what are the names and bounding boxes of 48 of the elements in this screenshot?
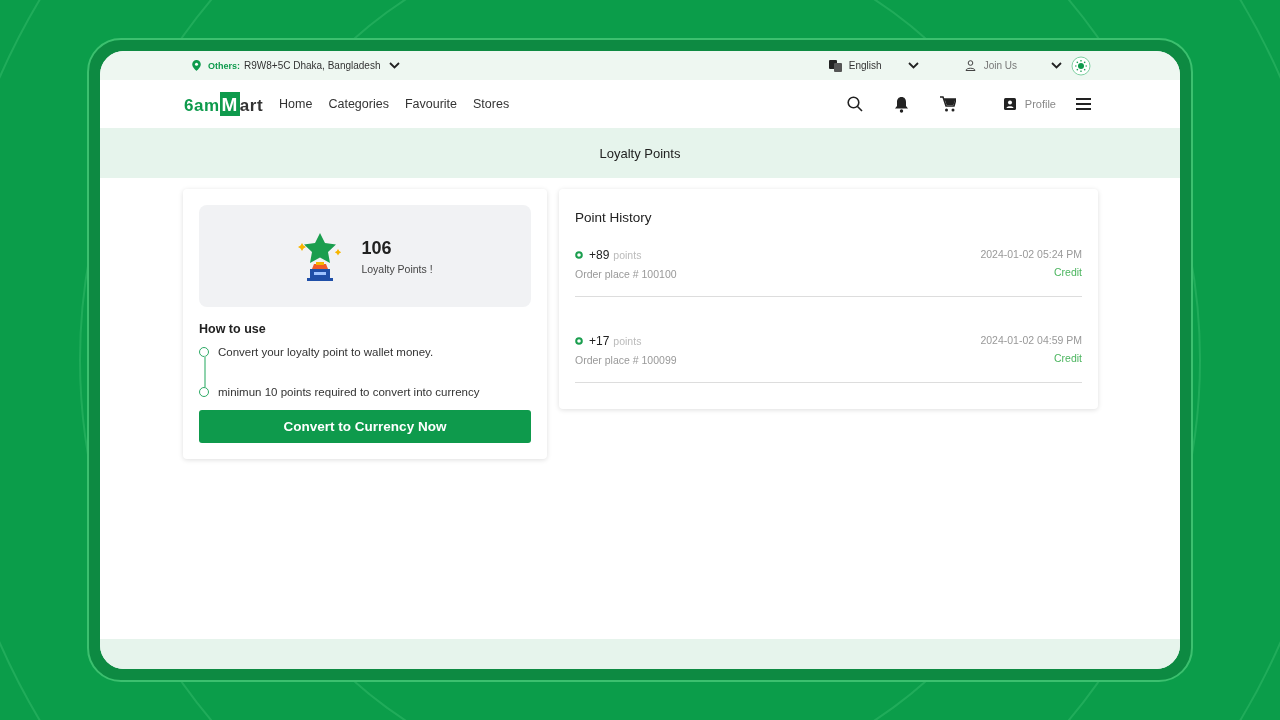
- cart-icon: [939, 96, 956, 112]
- step-text: minimun 10 points required to convert into currency: [218, 386, 480, 398]
- menu-icon: [1076, 98, 1091, 110]
- status-ring-icon: [575, 337, 583, 345]
- step-text: Convert your loyalty point to wallet money.: [218, 346, 434, 358]
- theme-toggle-icon[interactable]: [1071, 55, 1091, 76]
- notifications-button[interactable]: [893, 95, 909, 113]
- logo[interactable]: 6am M art: [184, 92, 264, 116]
- points-amount: +17: [589, 334, 610, 348]
- user-icon: [964, 60, 976, 71]
- status-ring-icon: [575, 251, 583, 259]
- point-history-heading: Point History: [575, 210, 653, 225]
- chevron-down-icon: [388, 62, 400, 69]
- how-to-use-heading: How to use: [199, 322, 267, 336]
- contact-card-icon: [1003, 98, 1016, 110]
- convert-button[interactable]: Convert to Currency Now: [199, 410, 531, 443]
- location-pin-icon: [192, 60, 201, 71]
- chevron-down-icon: [1051, 62, 1062, 69]
- points-unit: points: [613, 249, 642, 261]
- trophy-star-icon: [297, 231, 344, 281]
- order-description: Order place # 100099: [575, 354, 677, 366]
- nav-link[interactable]: Stores: [473, 97, 510, 111]
- search-icon: [846, 96, 863, 112]
- points-total: 106: [361, 237, 393, 259]
- menu-button[interactable]: [1076, 98, 1091, 110]
- order-description: Order place # 100100: [575, 268, 677, 280]
- chevron-down-icon: [907, 62, 919, 69]
- location-address[interactable]: R9W8+5C Dhaka, Bangladesh: [244, 60, 381, 71]
- search-button[interactable]: [846, 96, 863, 112]
- join-us-link[interactable]: Join Us: [983, 60, 1017, 71]
- translate-icon: [828, 59, 842, 72]
- points-amount: +89: [589, 248, 610, 262]
- nav-link[interactable]: Categories: [328, 97, 389, 111]
- step-connector-line: [204, 356, 206, 387]
- entry-date: 2024-01-02 05:24 PM: [980, 248, 1082, 260]
- location-label: Others:: [208, 60, 240, 71]
- page-title: Loyalty Points: [599, 145, 681, 161]
- nav-link[interactable]: Favourite: [404, 97, 457, 111]
- profile-button[interactable]: Profile: [1003, 98, 1056, 110]
- bell-icon: [893, 95, 909, 113]
- points-label: Loyalty Points !: [361, 262, 433, 275]
- entry-date: 2024-01-02 04:59 PM: [980, 334, 1082, 346]
- transaction-type: Credit: [1054, 266, 1082, 278]
- nav-link[interactable]: Home: [279, 97, 313, 111]
- transaction-type: Credit: [1054, 352, 1082, 364]
- points-unit: points: [613, 335, 642, 347]
- language-selector[interactable]: English: [848, 60, 882, 71]
- cart-button[interactable]: [939, 96, 956, 112]
